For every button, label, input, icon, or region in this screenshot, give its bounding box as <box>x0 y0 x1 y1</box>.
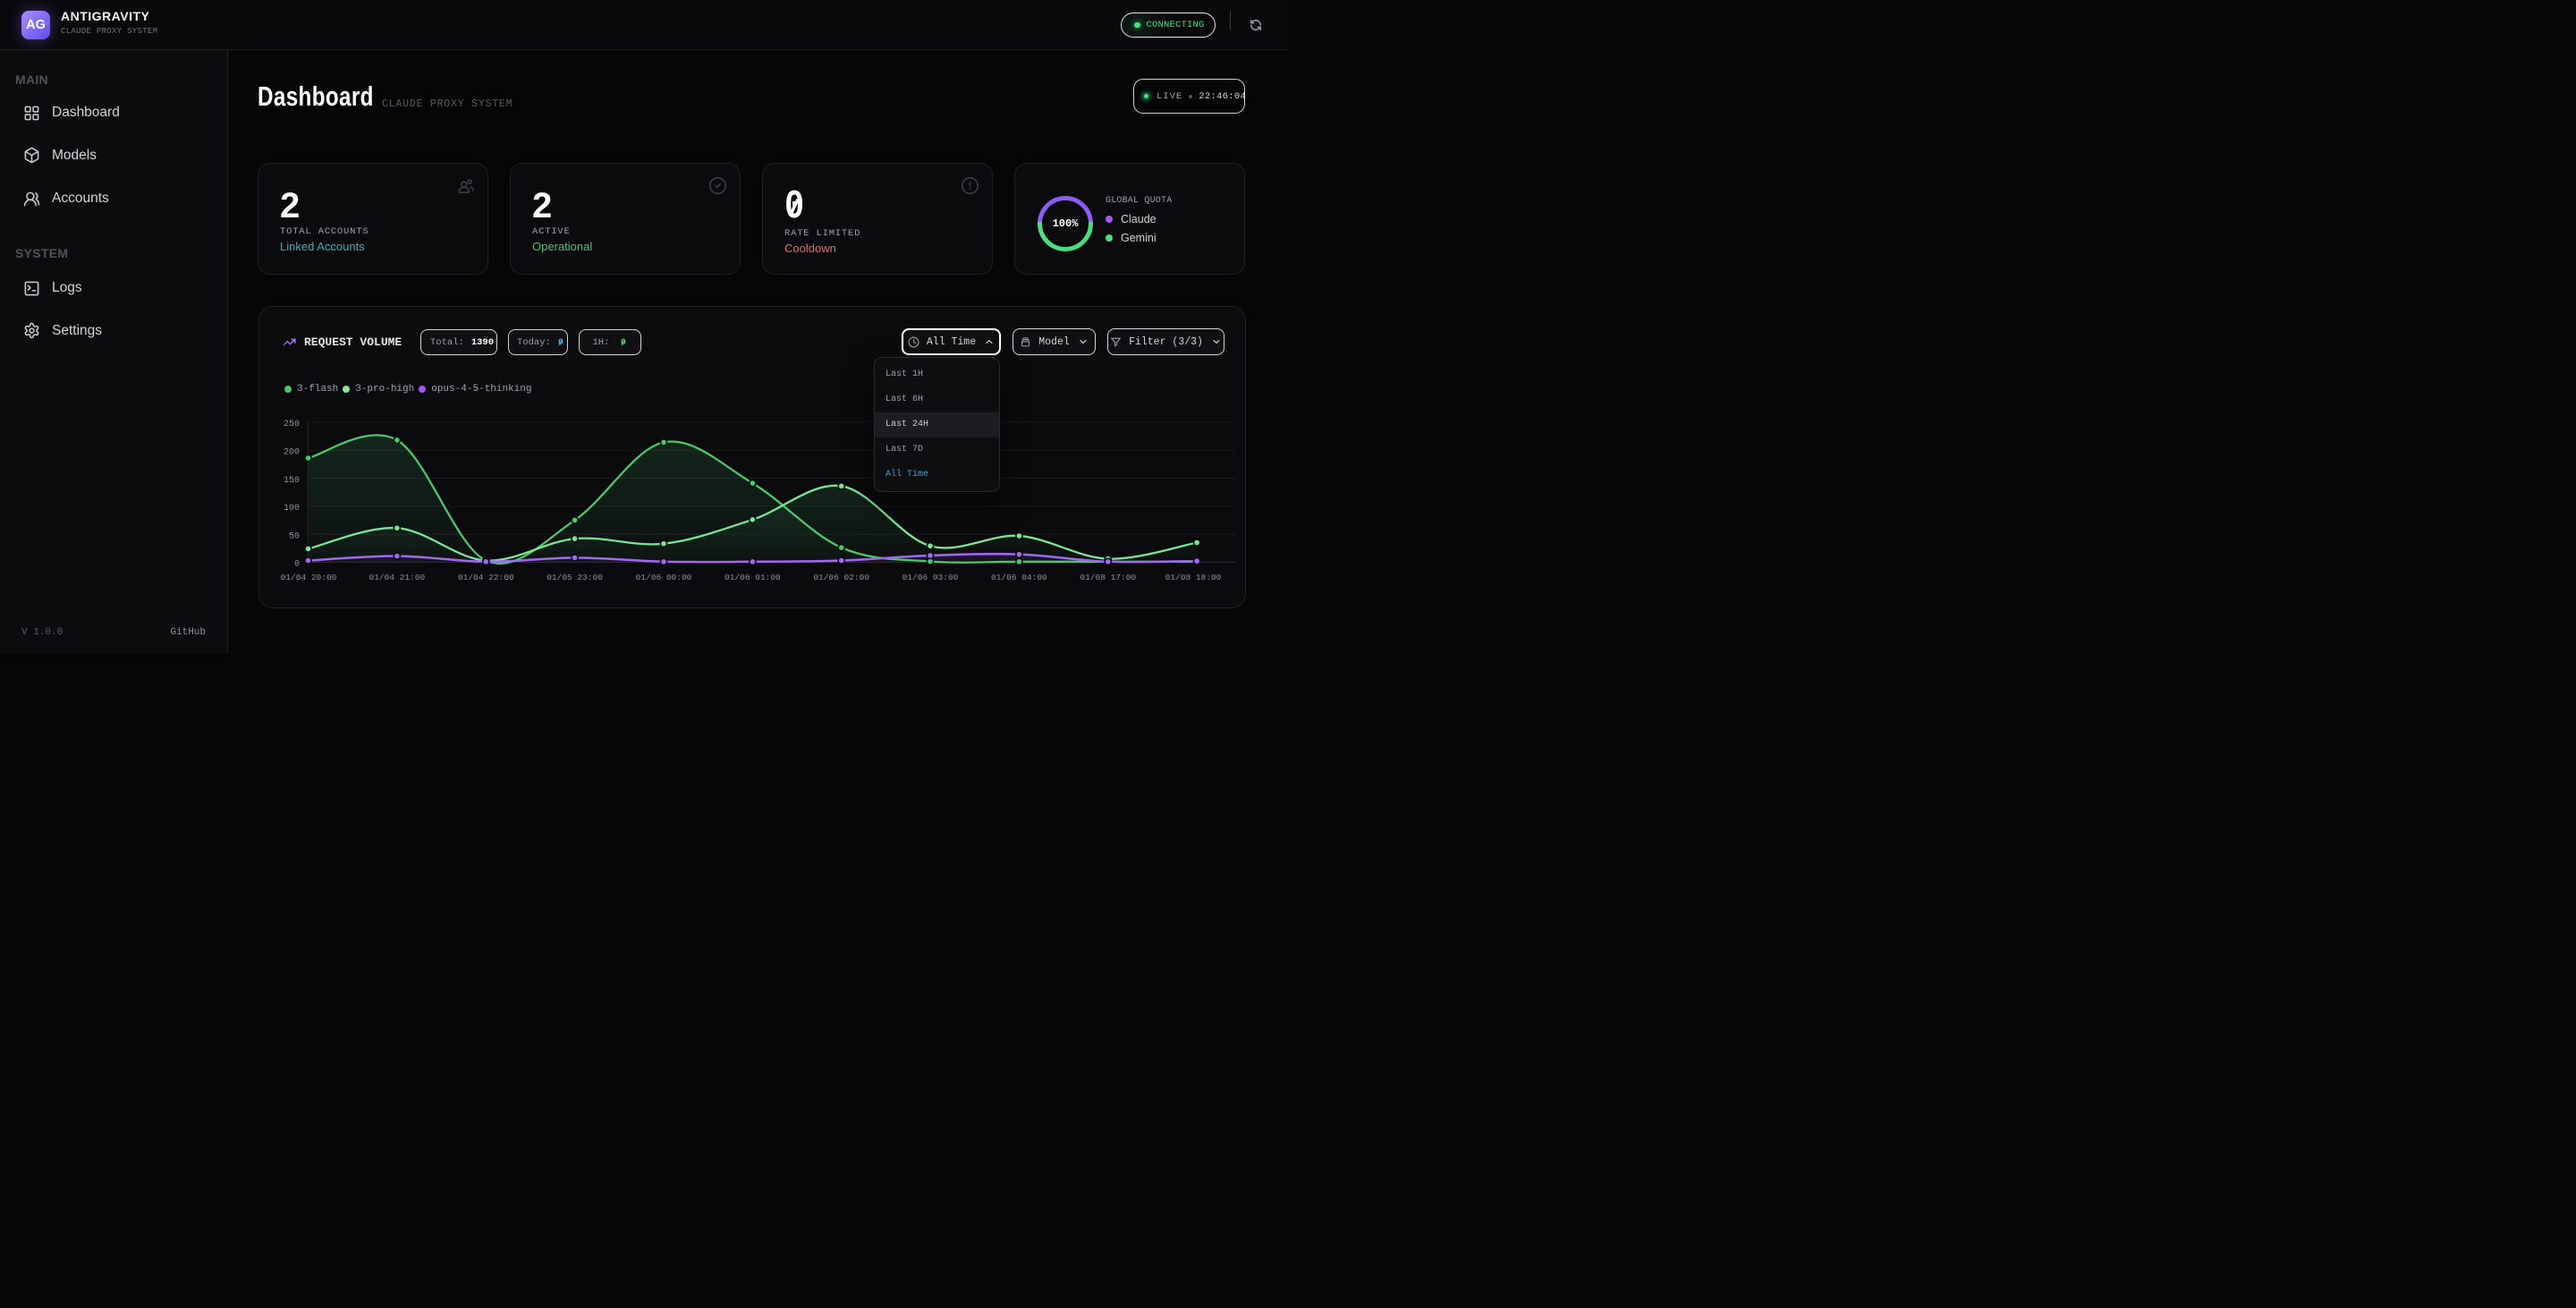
svg-text:50: 50 <box>289 531 300 541</box>
svg-text:01/06 01:00: 01/06 01:00 <box>724 573 781 582</box>
svg-text:01/08 17:00: 01/08 17:00 <box>1080 573 1136 582</box>
svg-text:01/08 18:00: 01/08 18:00 <box>1165 573 1222 582</box>
svg-text:01/04 21:00: 01/04 21:00 <box>369 573 426 582</box>
svg-text:01/04 22:00: 01/04 22:00 <box>458 573 514 582</box>
svg-text:0: 0 <box>294 560 300 570</box>
svg-text:01/06 04:00: 01/06 04:00 <box>991 573 1047 582</box>
svg-text:200: 200 <box>284 448 300 458</box>
svg-text:100: 100 <box>284 504 300 514</box>
svg-text:01/06 00:00: 01/06 00:00 <box>636 573 692 582</box>
svg-text:01/06 03:00: 01/06 03:00 <box>902 573 959 582</box>
svg-text:150: 150 <box>284 476 300 486</box>
svg-text:01/04 20:00: 01/04 20:00 <box>281 573 337 582</box>
svg-text:01/05 23:00: 01/05 23:00 <box>547 573 603 582</box>
svg-text:01/06 02:00: 01/06 02:00 <box>813 573 869 582</box>
svg-text:250: 250 <box>284 420 300 429</box>
